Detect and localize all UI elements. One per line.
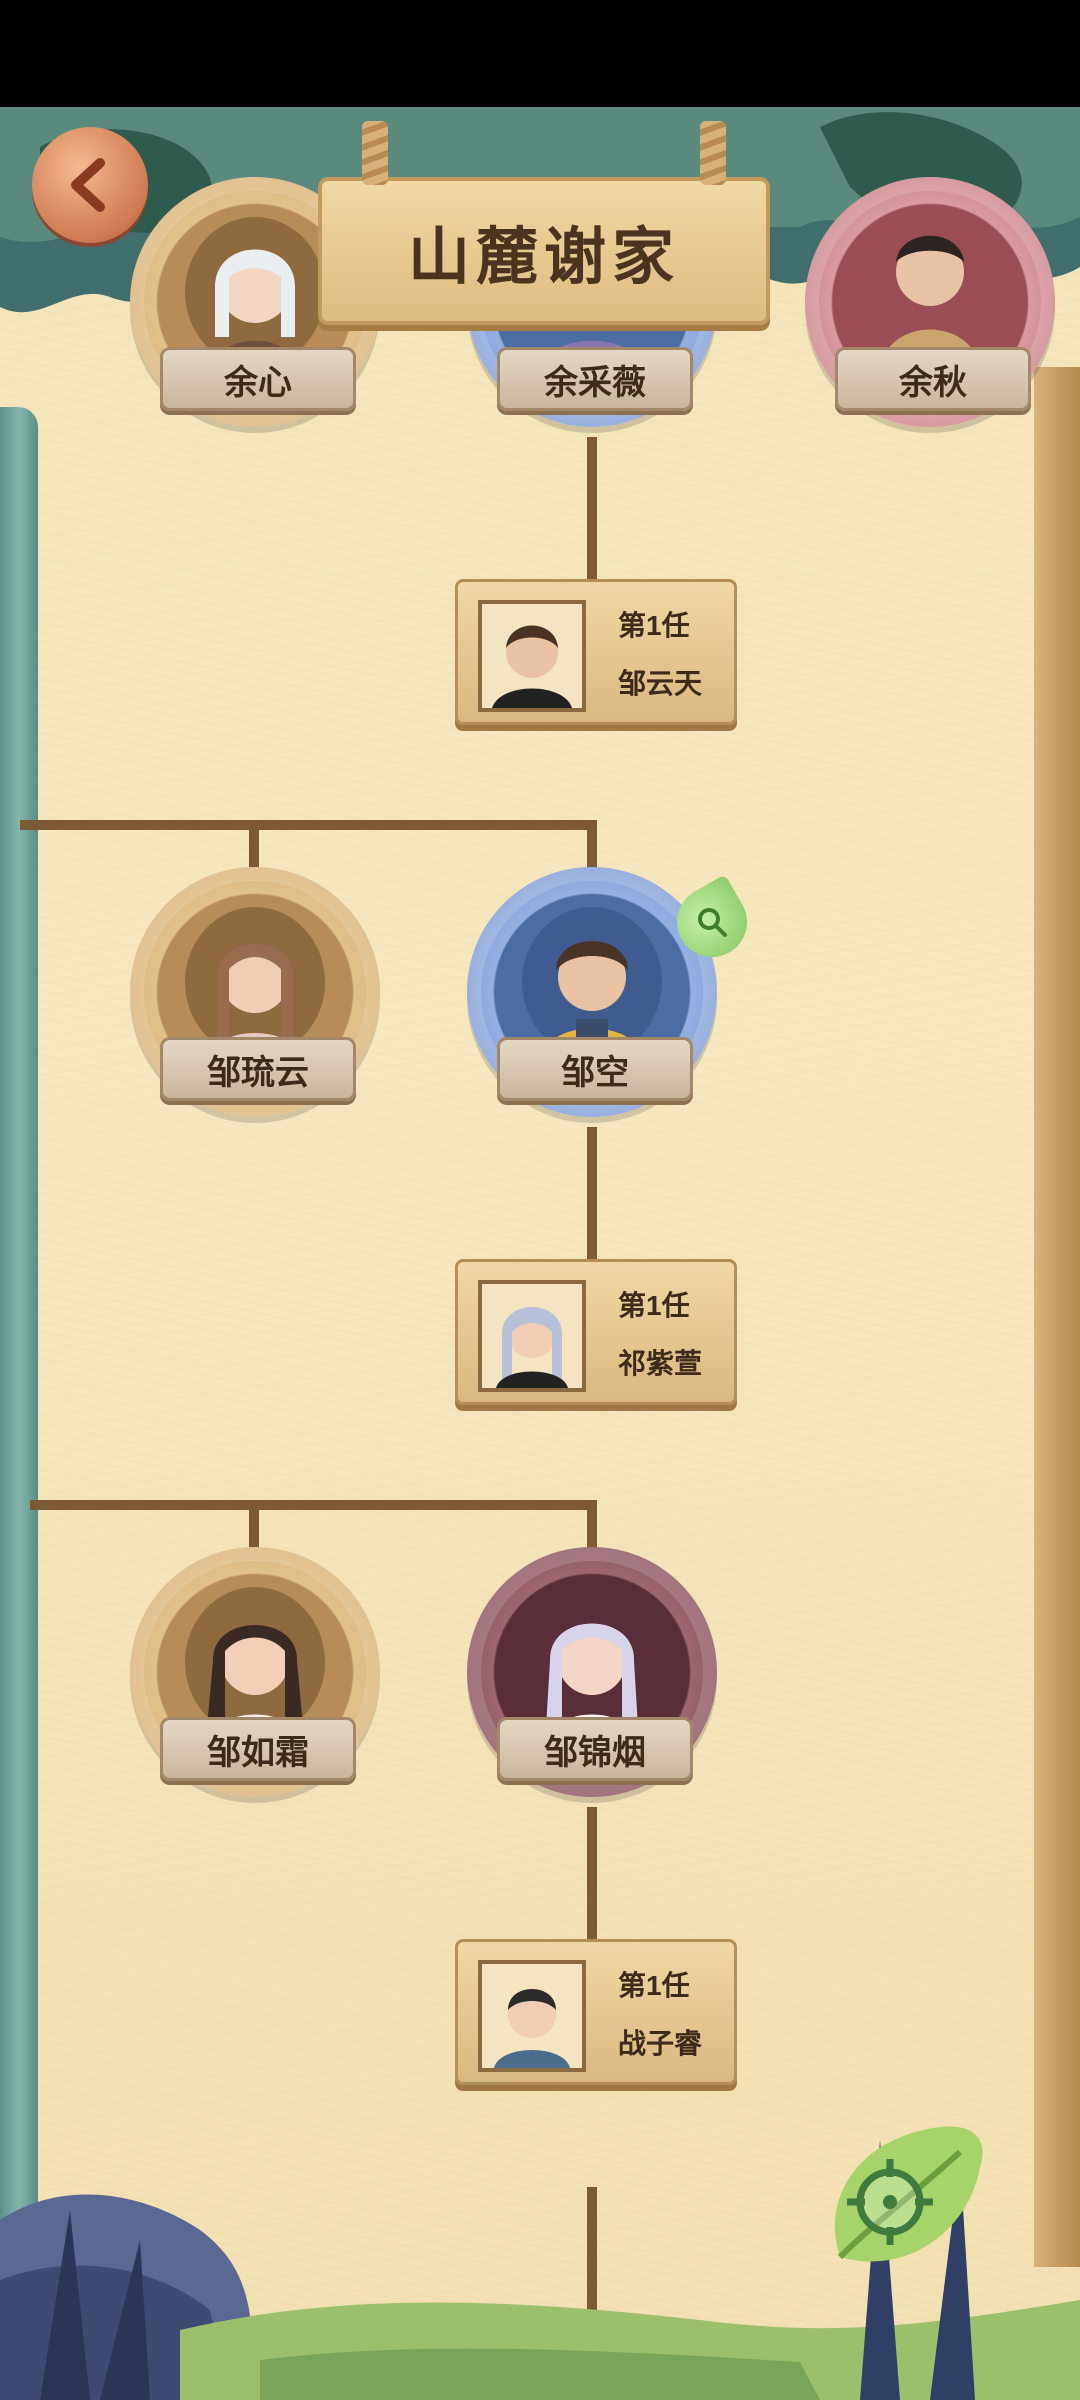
avatar bbox=[522, 1587, 662, 1737]
family-title-sign: 山麓谢家 bbox=[318, 121, 770, 325]
member-nameplate: 邹空 bbox=[497, 1037, 693, 1101]
tree-connector bbox=[20, 820, 597, 830]
spouse-card[interactable]: 第1任 战子睿 bbox=[455, 1939, 737, 2085]
spouse-photo bbox=[478, 1960, 586, 2072]
spouse-order: 第1任 bbox=[618, 1290, 690, 1321]
avatar bbox=[860, 217, 1000, 367]
magnifier-leaf-icon bbox=[698, 908, 727, 937]
sign-rope-left bbox=[362, 121, 388, 185]
member-nameplate: 余秋 bbox=[835, 347, 1031, 411]
back-button[interactable] bbox=[32, 127, 148, 243]
family-tree-screen: 山麓谢家 余心 余采薇 余秋 第1任 邹云天 邹琉云 邹空 第1任 祁紫萱 邹如… bbox=[0, 107, 1080, 2400]
spouse-photo bbox=[478, 1280, 586, 1392]
member-node[interactable]: 余秋 bbox=[805, 177, 1055, 427]
avatar bbox=[185, 1587, 325, 1737]
spouse-name: 祁紫萱 bbox=[618, 1348, 703, 1379]
avatar bbox=[522, 907, 662, 1057]
member-node[interactable]: 邹空 bbox=[467, 867, 760, 1117]
member-nameplate: 余心 bbox=[160, 347, 356, 411]
spouse-photo bbox=[478, 600, 586, 712]
spouse-card[interactable]: 第1任 祁紫萱 bbox=[455, 1259, 737, 1405]
avatar bbox=[185, 907, 325, 1057]
member-node[interactable]: 邹锦烟 bbox=[467, 1547, 717, 1797]
spouse-order: 第1任 bbox=[618, 1970, 690, 2001]
member-node[interactable]: 邹如霜 bbox=[130, 1547, 380, 1797]
crosshair-icon bbox=[834, 2126, 983, 2262]
left-vine-decoration bbox=[0, 407, 38, 2227]
member-nameplate: 邹琉云 bbox=[160, 1037, 356, 1101]
member-nameplate: 余采薇 bbox=[497, 347, 693, 411]
spouse-name: 邹云天 bbox=[618, 668, 703, 699]
right-wood-border bbox=[1034, 367, 1080, 2267]
avatar bbox=[185, 217, 325, 367]
spouse-order: 第1任 bbox=[618, 610, 690, 641]
member-nameplate: 邹锦烟 bbox=[497, 1717, 693, 1781]
spouse-name: 战子睿 bbox=[618, 2028, 703, 2059]
tree-connector bbox=[30, 1500, 597, 1510]
back-arrow-icon bbox=[71, 158, 105, 212]
locate-button[interactable] bbox=[800, 2107, 1000, 2307]
sign-rope-right bbox=[700, 121, 726, 185]
member-node[interactable]: 邹琉云 bbox=[130, 867, 380, 1117]
page-title: 山麓谢家 bbox=[407, 223, 680, 292]
spouse-card[interactable]: 第1任 邹云天 bbox=[455, 579, 737, 725]
member-nameplate: 邹如霜 bbox=[160, 1717, 356, 1781]
